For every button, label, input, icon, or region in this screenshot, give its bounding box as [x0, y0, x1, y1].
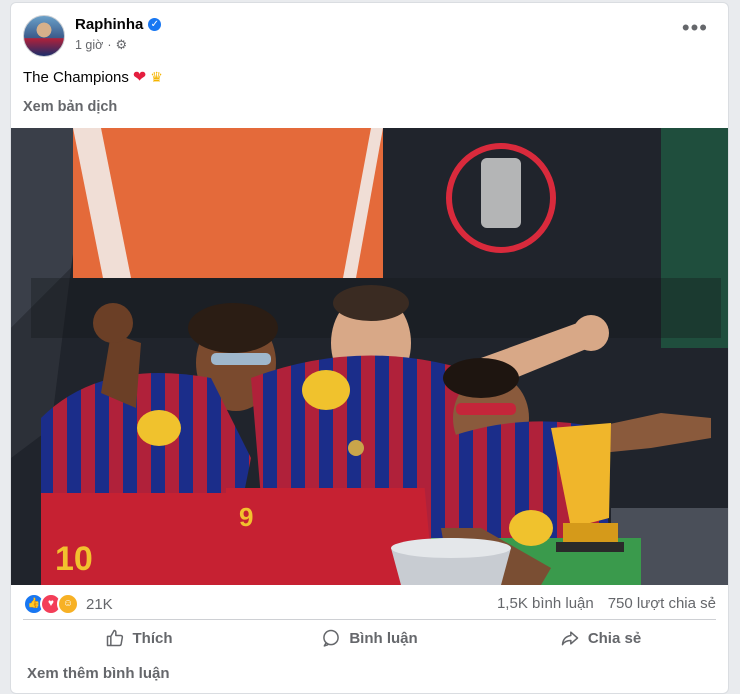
reaction-count[interactable]: 21K [86, 596, 113, 613]
more-options-button[interactable]: ••• [682, 17, 708, 39]
jersey-number-left: 10 [55, 540, 93, 578]
reactions-summary[interactable]: 👍 ♥ ☺ 21K [23, 593, 113, 615]
verified-badge-icon: ✓ [148, 18, 162, 31]
comment-button[interactable]: Bình luận [254, 621, 485, 655]
see-translation-link[interactable]: Xem bản dịch [23, 99, 117, 115]
like-label: Thích [132, 629, 173, 647]
share-count[interactable]: 750 lượt chia sẻ [608, 595, 716, 612]
jersey-number-middle: 9 [239, 502, 253, 532]
share-label: Chia sẻ [587, 629, 642, 647]
comment-label: Bình luận [349, 629, 418, 647]
like-button[interactable]: Thích [23, 621, 254, 655]
post-time[interactable]: 1 giờ [75, 38, 103, 52]
share-button[interactable]: Chia sẻ [485, 621, 716, 655]
post-caption: The Champions ❤ ♛ [23, 67, 163, 87]
photo-illustration: 10 9 [11, 128, 728, 585]
thumbs-up-icon [106, 629, 123, 647]
crown-icon: ♛ [150, 68, 163, 85]
red-heart-icon: ❤ [132, 69, 147, 86]
author-name-row: Raphinha ✓ [75, 16, 162, 33]
audience-settings-icon[interactable]: ⚙ [116, 37, 128, 53]
post-actions: Thích Bình luận Chia sẻ [23, 621, 716, 655]
engagement-counts: 1,5K bình luận 750 lượt chia sẻ [497, 595, 716, 612]
post-meta: 1 giờ · ⚙ [75, 37, 127, 53]
comment-count[interactable]: 1,5K bình luận [497, 595, 594, 612]
post-stats: 👍 ♥ ☺ 21K 1,5K bình luận 750 lượt chia s… [23, 593, 716, 615]
comment-bubble-icon [323, 629, 340, 647]
author-avatar[interactable] [23, 15, 65, 57]
actions-divider [23, 619, 716, 620]
meta-separator: · [107, 38, 112, 52]
post-photo[interactable]: 10 9 [11, 128, 728, 585]
see-more-comments-link[interactable]: Xem thêm bình luận [27, 665, 170, 682]
trophy-silver [391, 538, 511, 585]
caption-text: The Champions [23, 68, 129, 86]
care-reaction-icon: ☺ [57, 593, 79, 615]
facebook-post: Raphinha ✓ 1 giờ · ⚙ ••• The Champions ❤… [10, 2, 729, 694]
author-name[interactable]: Raphinha [75, 16, 143, 33]
share-arrow-icon [561, 631, 579, 646]
post-header: Raphinha ✓ 1 giờ · ⚙ ••• [23, 13, 716, 57]
